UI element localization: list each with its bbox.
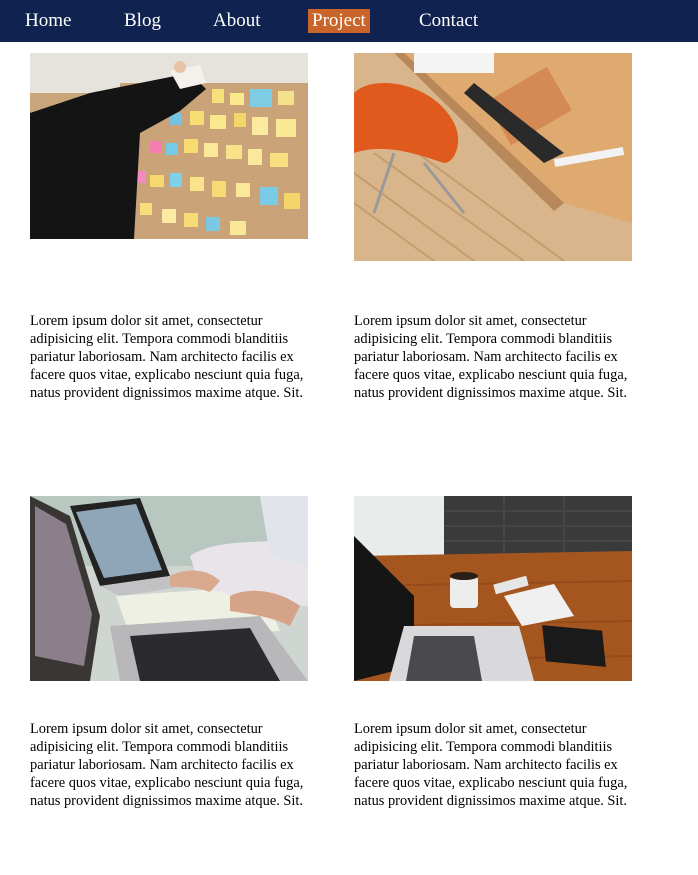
card-image-laptops-meeting [30,496,308,681]
card-text-2: Lorem ipsum dolor sit amet, consectetur … [354,313,628,401]
top-navbar: Home Blog About Project Contact [0,0,698,42]
card-image-planning-board [30,53,308,239]
card-text-4: Lorem ipsum dolor sit amet, consectetur … [354,721,628,809]
card-image-laptop-coffee [354,496,632,681]
nav-home-link[interactable]: Home [21,9,75,33]
nav-project-link[interactable]: Project [308,9,370,33]
nav-contact-link[interactable]: Contact [415,9,482,33]
card-text-3: Lorem ipsum dolor sit amet, consectetur … [30,721,304,809]
card-text-1: Lorem ipsum dolor sit amet, consectetur … [30,313,304,401]
nav-blog-link[interactable]: Blog [120,9,165,33]
card-image-desk-chair [354,53,632,261]
nav-about-link[interactable]: About [209,9,265,33]
